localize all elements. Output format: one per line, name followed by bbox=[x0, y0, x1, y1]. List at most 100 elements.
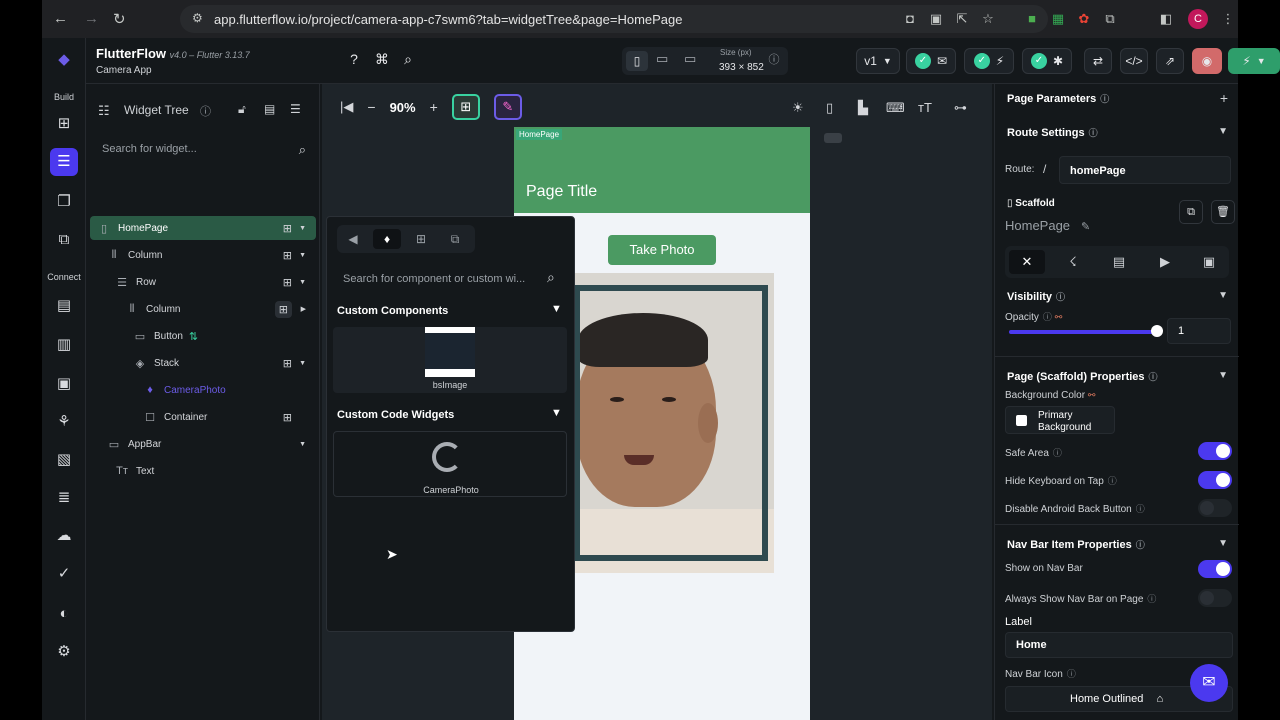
branch-selector[interactable]: v1 ▼ bbox=[856, 48, 900, 74]
tablet-device-icon[interactable]: ▭ bbox=[656, 51, 668, 67]
action-flow-icon[interactable]: ⇅ bbox=[189, 330, 198, 343]
caret-icon[interactable]: ▼ bbox=[299, 225, 306, 232]
safe-area-toggle[interactable] bbox=[1198, 442, 1232, 460]
tree-item-stack[interactable]: ◈ Stack ⊞ ▼ bbox=[90, 351, 316, 375]
device-info-icon[interactable]: ⓘ bbox=[764, 51, 784, 67]
info-icon[interactable]: ⓘ bbox=[1149, 372, 1158, 382]
add-child-icon[interactable]: ⊞ bbox=[283, 357, 292, 370]
help-icon[interactable]: ? bbox=[344, 51, 364, 67]
components-tab[interactable]: ⊞ bbox=[407, 229, 435, 249]
caret-icon[interactable]: ▶ bbox=[301, 305, 306, 313]
command-icon[interactable]: ⌘ bbox=[372, 51, 392, 68]
add-child-icon[interactable]: ⊞ bbox=[274, 300, 292, 318]
tree-item-row[interactable]: ☰ Row ⊞ ▼ bbox=[90, 270, 316, 294]
animations-tab-icon[interactable]: ▶ bbox=[1147, 250, 1183, 274]
widget-search-input[interactable]: Search for widget... ⌕ bbox=[96, 138, 312, 162]
chevron-down-icon[interactable]: ▼ bbox=[551, 303, 562, 315]
menu-icon[interactable]: ⋮ bbox=[1218, 9, 1238, 29]
open-external-button[interactable]: ⇗ bbox=[1156, 48, 1184, 74]
info-icon[interactable]: ⓘ bbox=[1043, 312, 1052, 322]
add-widget-mode-icon[interactable]: ⊞ bbox=[451, 94, 480, 120]
chevron-down-icon[interactable]: ▼ bbox=[551, 407, 562, 419]
disable-back-toggle[interactable] bbox=[1198, 499, 1232, 517]
code-view-button[interactable]: </> bbox=[1120, 48, 1148, 74]
canvas-handle[interactable] bbox=[824, 133, 842, 143]
tree-item-cameraphoto[interactable]: ♦ CameraPhoto bbox=[90, 378, 316, 402]
tree-item-container[interactable]: ☐ Container ⊞ bbox=[90, 405, 316, 429]
add-child-icon[interactable]: ⊞ bbox=[283, 276, 292, 289]
chevron-down-icon[interactable]: ▼ bbox=[1218, 126, 1228, 137]
widget-card-cameraphoto[interactable]: CameraPhoto bbox=[333, 431, 567, 497]
data-types-icon[interactable]: ▤ bbox=[50, 292, 78, 320]
settings-icon[interactable]: ⚙ bbox=[50, 638, 78, 666]
collapse-panel-icon[interactable]: |◀ bbox=[340, 99, 353, 115]
flutter-widgets-tab[interactable]: ◀ bbox=[339, 229, 367, 249]
reload-icon[interactable]: ↻ bbox=[113, 10, 126, 28]
chevron-down-icon[interactable]: ▼ bbox=[1218, 370, 1228, 381]
variable-icon[interactable]: ⚯ bbox=[1055, 312, 1063, 322]
caret-icon[interactable]: ▼ bbox=[299, 279, 306, 286]
tree-layout-icon[interactable]: ⊶ bbox=[954, 100, 967, 116]
site-settings-icon[interactable]: ⚙ bbox=[192, 11, 203, 25]
run-checks-button[interactable]: ✓ ⚡ bbox=[964, 48, 1014, 74]
search-icon[interactable]: ⌕ bbox=[398, 51, 418, 68]
url-text[interactable]: app.flutterflow.io/project/camera-app-c7… bbox=[214, 12, 683, 27]
info-icon[interactable]: ⓘ bbox=[1056, 292, 1065, 302]
sort-icon[interactable]: ☰ bbox=[290, 102, 301, 116]
tree-item-column-inner[interactable]: ⦀ Column ⊞ ▶ bbox=[90, 297, 316, 321]
collab-button[interactable]: ✓ ✉ bbox=[906, 48, 956, 74]
extension-sheets-icon[interactable]: ■ bbox=[1022, 9, 1042, 29]
forward-icon[interactable]: → bbox=[84, 10, 99, 27]
component-card-bsimage[interactable]: bsImage bbox=[333, 327, 567, 393]
flutterflow-logo-icon[interactable]: ◆ bbox=[50, 46, 78, 74]
tree-item-text[interactable]: Tт Text bbox=[90, 459, 316, 483]
run-button[interactable]: ⚡ ▼ bbox=[1228, 48, 1280, 74]
open-external-icon[interactable]: ⇱ bbox=[952, 9, 972, 29]
caret-icon[interactable]: ▼ bbox=[299, 360, 306, 367]
custom-widgets-tab[interactable]: ♦ bbox=[373, 229, 401, 249]
add-parameter-icon[interactable]: + bbox=[1220, 90, 1228, 106]
actions-tab-icon[interactable]: ☇ bbox=[1055, 250, 1091, 274]
layout-icon[interactable]: ▙ bbox=[858, 100, 868, 116]
extensions-icon[interactable]: ⧉ bbox=[1100, 9, 1120, 29]
info-icon[interactable]: ⓘ bbox=[1053, 448, 1062, 458]
take-photo-button[interactable]: Take Photo bbox=[608, 235, 716, 265]
integrations-icon[interactable]: ⚘ bbox=[50, 408, 78, 436]
back-icon[interactable]: ← bbox=[53, 10, 68, 27]
cloud-icon[interactable]: ☁ bbox=[50, 522, 78, 550]
chevron-down-icon[interactable]: ▼ bbox=[1218, 290, 1228, 301]
tree-item-homepage[interactable]: ▯ HomePage ⊞ ▼ bbox=[90, 216, 316, 240]
phone-preview-icon[interactable]: ▯ bbox=[826, 100, 833, 116]
info-icon[interactable]: ⓘ bbox=[1089, 128, 1098, 138]
desktop-device-icon[interactable]: ▭ bbox=[684, 51, 696, 67]
lock-icon[interactable]: 🔓︎ bbox=[238, 102, 246, 117]
zoom-in-icon[interactable]: + bbox=[430, 99, 438, 115]
components-icon[interactable]: ⧉ bbox=[50, 226, 78, 254]
tree-item-column[interactable]: ⦀ Column ⊞ ▼ bbox=[90, 243, 316, 267]
templates-tab[interactable]: ⧉ bbox=[441, 229, 469, 249]
info-icon[interactable]: ⓘ bbox=[1100, 94, 1109, 104]
api-calls-icon[interactable]: ▥ bbox=[50, 331, 78, 359]
pages-icon[interactable]: ❐ bbox=[50, 188, 78, 216]
delete-icon[interactable]: 🗑︎ bbox=[1211, 200, 1235, 224]
theme-icon[interactable]: ◐ bbox=[50, 600, 78, 628]
opacity-slider-handle[interactable] bbox=[1151, 325, 1163, 337]
info-icon[interactable]: ⓘ bbox=[1147, 594, 1156, 604]
hide-keyboard-toggle[interactable] bbox=[1198, 471, 1232, 489]
collapse-icon[interactable]: ▤ bbox=[264, 102, 275, 116]
add-widget-icon[interactable]: ⊞ bbox=[50, 110, 78, 138]
text-scale-icon[interactable]: ᴛT bbox=[918, 100, 932, 115]
nav-label-input[interactable]: Home bbox=[1005, 632, 1233, 658]
storyboard-icon[interactable]: ▣ bbox=[50, 370, 78, 398]
info-icon[interactable]: ⓘ bbox=[1067, 669, 1076, 679]
add-child-icon[interactable]: ⊞ bbox=[283, 411, 292, 424]
info-icon[interactable]: ⓘ bbox=[1108, 476, 1117, 486]
camera-photo-widget[interactable] bbox=[574, 273, 774, 573]
always-show-nav-toggle[interactable] bbox=[1198, 589, 1232, 607]
extension-color-icon[interactable]: ✿ bbox=[1074, 9, 1094, 29]
tree-item-button[interactable]: ▭ Button ⇅ bbox=[90, 324, 316, 348]
camera-indicator-icon[interactable]: ◘ bbox=[900, 9, 920, 29]
profile-avatar[interactable]: C bbox=[1188, 9, 1208, 29]
edit-icon[interactable]: ✎ bbox=[1081, 220, 1090, 233]
variable-icon[interactable]: ⚯ bbox=[1088, 390, 1096, 400]
